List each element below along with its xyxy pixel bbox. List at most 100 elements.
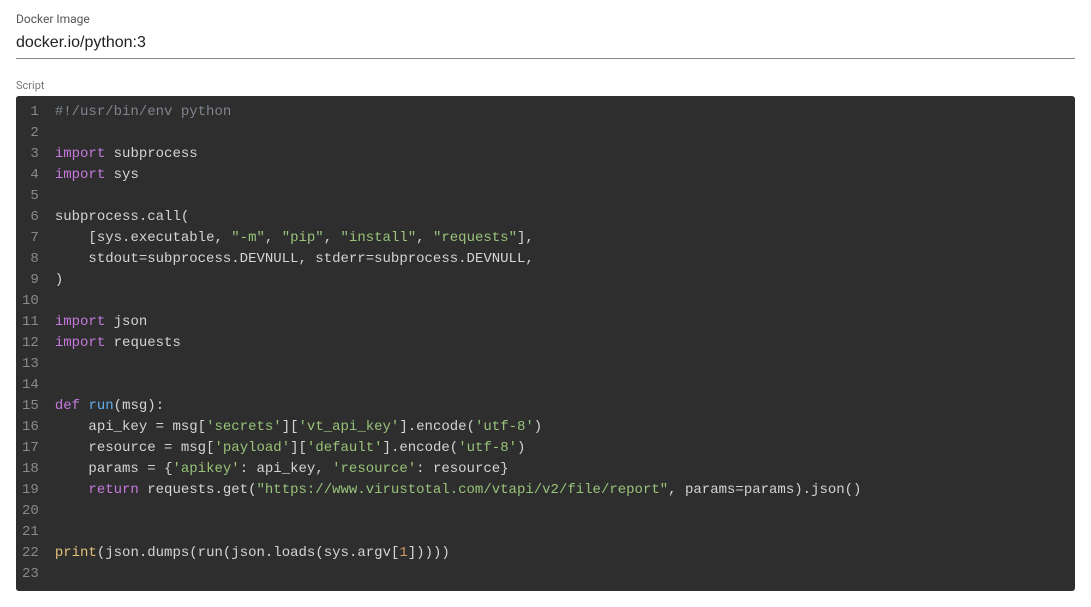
code-line[interactable]: import sys (55, 165, 1065, 186)
token-num: 1 (399, 545, 407, 561)
docker-image-field: Docker Image (16, 12, 1075, 59)
token-str: 'secrets' (206, 419, 282, 435)
code-line[interactable]: subprocess.call( (55, 207, 1065, 228)
code-line[interactable] (55, 354, 1065, 375)
token-kw: import (55, 167, 105, 183)
token-sp (332, 230, 340, 246)
code-line[interactable]: def run(msg): (55, 396, 1065, 417)
token-fn: print (55, 545, 97, 561)
token-id: api_key (88, 419, 147, 435)
code-line[interactable]: #!/usr/bin/env python (55, 102, 1065, 123)
docker-image-input[interactable] (16, 30, 1075, 59)
token-str: "https://www.virustotal.com/vtapi/v2/fil… (257, 482, 669, 498)
token-sp (55, 482, 89, 498)
token-sp (105, 335, 113, 351)
token-id: msg (172, 419, 197, 435)
token-id: dumps (147, 545, 189, 561)
line-number: 16 (22, 417, 43, 438)
code-editor[interactable]: 1234567891011121314151617181920212223 #!… (16, 96, 1075, 591)
code-line[interactable] (55, 564, 1065, 585)
script-label: Script (16, 79, 1075, 92)
token-id: sys (114, 167, 139, 183)
token-id: resource (88, 440, 155, 456)
token-str: 'vt_api_key' (299, 419, 400, 435)
token-pn: , (298, 251, 306, 267)
token-kw: import (55, 314, 105, 330)
token-op: = (156, 419, 164, 435)
line-number: 9 (22, 270, 43, 291)
token-sp (147, 419, 155, 435)
line-number: 22 (22, 543, 43, 564)
code-line[interactable] (55, 375, 1065, 396)
token-pn: . (458, 251, 466, 267)
token-pn: ( (97, 545, 105, 561)
code-line[interactable]: api_key = msg['secrets']['vt_api_key'].e… (55, 417, 1065, 438)
token-kw: import (55, 146, 105, 162)
token-sp (156, 440, 164, 456)
token-id: encode (399, 440, 449, 456)
token-pn: ][ (282, 419, 299, 435)
code-line[interactable]: import json (55, 312, 1065, 333)
token-pn: [ (198, 419, 206, 435)
token-pn: ( (114, 398, 122, 414)
token-id: params (744, 482, 794, 498)
code-line[interactable]: print(json.dumps(run(json.loads(sys.argv… (55, 543, 1065, 564)
token-id: stderr (315, 251, 365, 267)
token-sp (156, 461, 164, 477)
docker-image-label: Docker Image (16, 12, 1075, 26)
code-line[interactable]: params = {'apikey': api_key, 'resource':… (55, 459, 1065, 480)
code-line[interactable] (55, 123, 1065, 144)
token-pn: ) (534, 419, 542, 435)
token-str: "requests" (433, 230, 517, 246)
code-line[interactable]: return requests.get("https://www.virusto… (55, 480, 1065, 501)
editor-code[interactable]: #!/usr/bin/env python import subprocessi… (51, 96, 1075, 591)
line-number: 11 (22, 312, 43, 333)
line-number: 23 (22, 564, 43, 585)
token-op: = (366, 251, 374, 267)
code-line[interactable]: resource = msg['payload']['default'].enc… (55, 438, 1065, 459)
token-sp (105, 314, 113, 330)
token-id: requests (147, 482, 214, 498)
token-sp (139, 461, 147, 477)
token-kw: import (55, 335, 105, 351)
code-line[interactable] (55, 522, 1065, 543)
line-number: 17 (22, 438, 43, 459)
code-line[interactable]: ) (55, 270, 1065, 291)
token-sp (55, 230, 89, 246)
code-line[interactable]: import requests (55, 333, 1065, 354)
token-pn: ][ (290, 440, 307, 456)
token-id: subprocess (147, 251, 231, 267)
token-pn: ) (55, 272, 63, 288)
token-pn: ])))) (408, 545, 450, 561)
token-kw: return (88, 482, 138, 498)
token-sp (55, 461, 89, 477)
token-sp (324, 461, 332, 477)
code-line[interactable]: import subprocess (55, 144, 1065, 165)
line-number: 15 (22, 396, 43, 417)
code-line[interactable]: stdout=subprocess.DEVNULL, stderr=subpro… (55, 249, 1065, 270)
code-line[interactable] (55, 186, 1065, 207)
line-number: 19 (22, 480, 43, 501)
token-pn: ( (450, 440, 458, 456)
code-line[interactable]: [sys.executable, "-m", "pip", "install",… (55, 228, 1065, 249)
token-pn: , (315, 461, 323, 477)
token-pn: ) (517, 440, 525, 456)
token-sp (105, 146, 113, 162)
line-number: 5 (22, 186, 43, 207)
token-id: msg (181, 440, 206, 456)
token-id: json (231, 545, 265, 561)
token-kw: def (55, 398, 80, 414)
token-id: subprocess (374, 251, 458, 267)
token-sp (55, 251, 89, 267)
token-sp (273, 230, 281, 246)
line-number: 21 (22, 522, 43, 543)
token-sp (425, 230, 433, 246)
token-id: loads (273, 545, 315, 561)
code-line[interactable] (55, 501, 1065, 522)
token-id: requests (114, 335, 181, 351)
token-str: 'payload' (214, 440, 290, 456)
code-line[interactable] (55, 291, 1065, 312)
token-pn: ) (147, 398, 155, 414)
token-id: params (685, 482, 735, 498)
token-pn: ( (248, 482, 256, 498)
